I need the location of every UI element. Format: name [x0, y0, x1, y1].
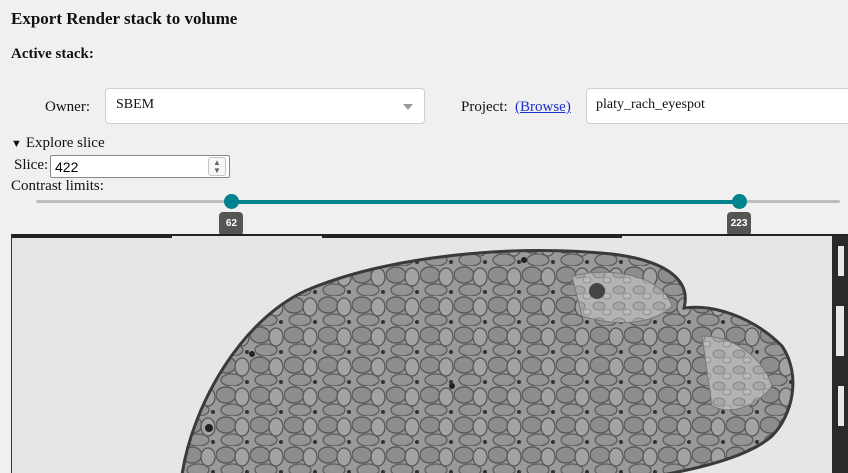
owner-label: Owner: — [45, 99, 90, 115]
owner-select[interactable]: SBEM — [105, 88, 425, 124]
explore-slice-toggle[interactable]: ▼ Explore slice — [11, 135, 105, 152]
contrast-slider-track — [231, 200, 740, 204]
slice-label: Slice: — [14, 157, 49, 173]
project-label: Project: — [461, 99, 508, 115]
browse-link[interactable]: (Browse) — [515, 99, 571, 116]
triangle-down-icon[interactable]: ▼ — [11, 138, 22, 150]
page-title: Export Render stack to volume — [11, 9, 238, 28]
contrast-low-thumb[interactable] — [224, 194, 240, 209]
chevron-down-icon[interactable] — [403, 104, 413, 110]
contrast-high-thumb[interactable] — [732, 194, 748, 209]
contrast-limits-label: Contrast limits: — [11, 178, 104, 194]
em-slice-image — [12, 236, 848, 473]
project-select[interactable]: platy_rach_eyespot — [586, 88, 848, 124]
explore-slice-label: Explore slice — [25, 135, 105, 151]
owner-value: SBEM — [116, 97, 155, 112]
contrast-low-value-label: 62 — [219, 212, 244, 236]
project-value: platy_rach_eyespot — [596, 97, 705, 112]
active-stack-heading: Active stack: — [11, 46, 94, 62]
contrast-high-value-label: 223 — [727, 212, 752, 236]
slice-input[interactable] — [50, 155, 230, 178]
slice-image-viewer[interactable] — [11, 234, 848, 473]
slice-stepper-icon[interactable]: ▲ ▼ — [208, 157, 226, 176]
